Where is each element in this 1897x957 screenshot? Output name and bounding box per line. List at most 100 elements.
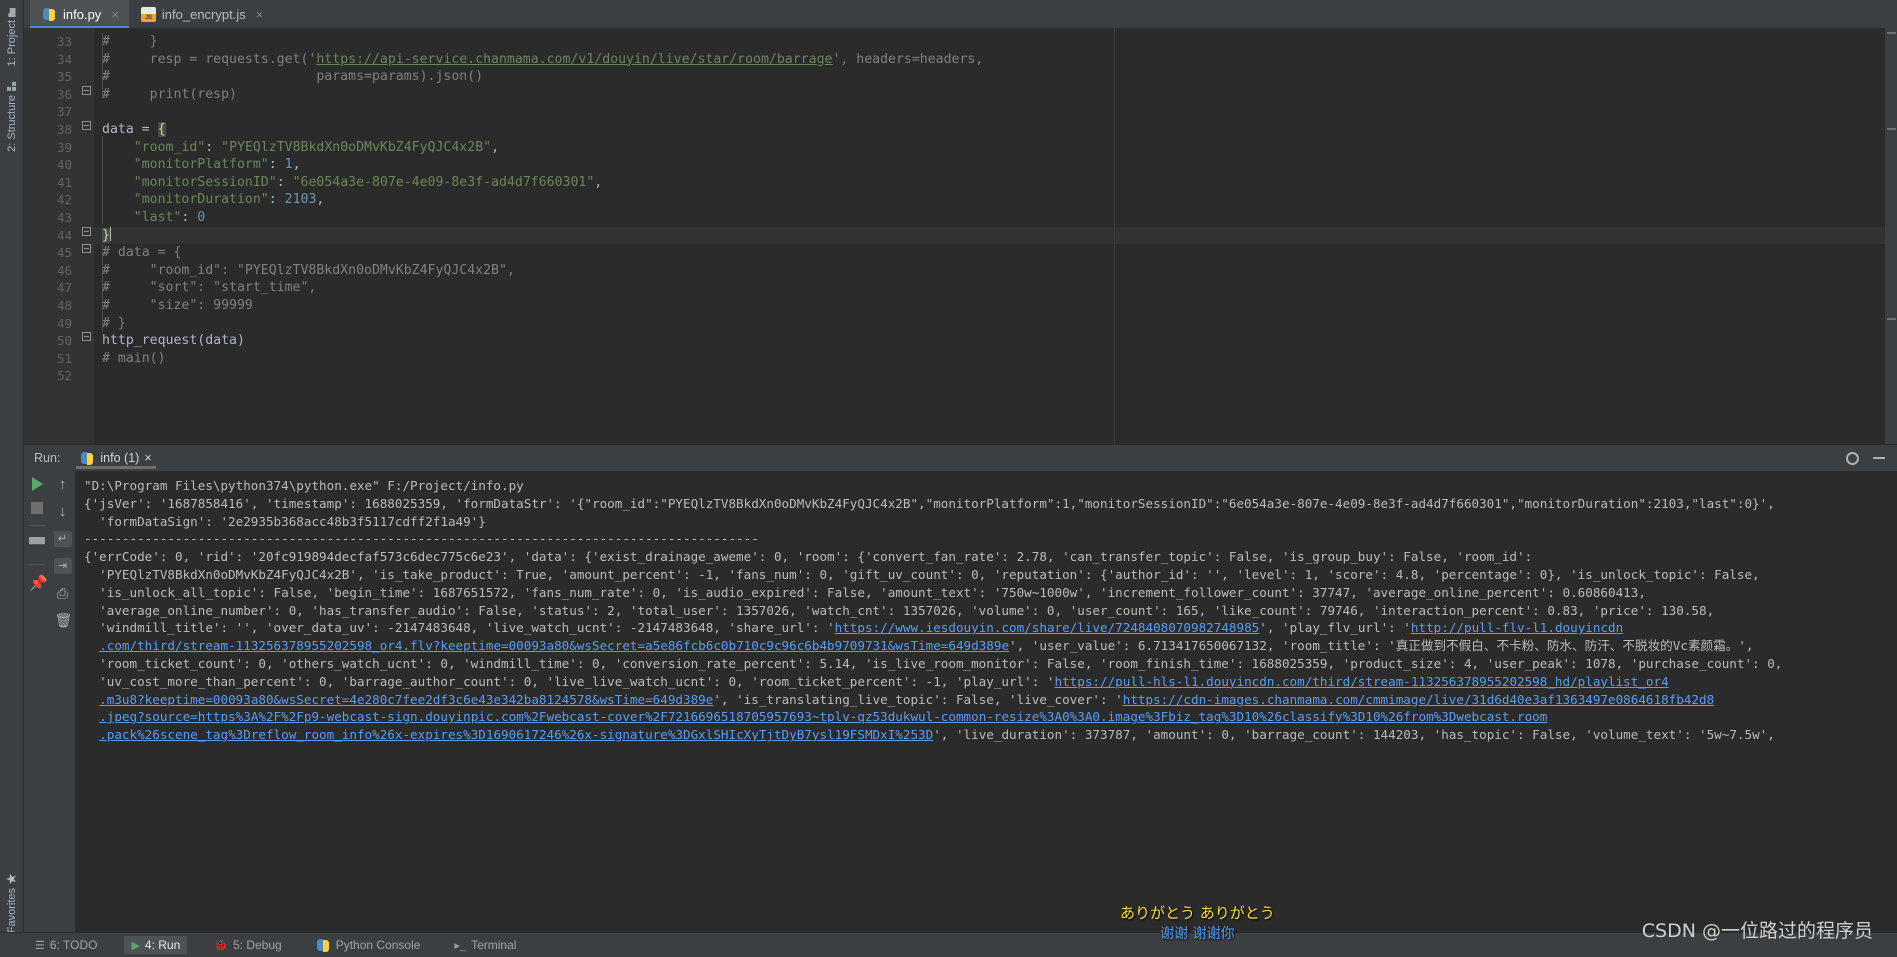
console-line: .jpeg?source=https%3A%2F%2Fp9-webcast-si…	[84, 708, 1897, 726]
settings-gear-icon[interactable]	[1846, 451, 1859, 465]
code-token: ,	[594, 174, 603, 190]
close-icon[interactable]: ×	[111, 7, 119, 22]
code-line[interactable]: # "size": 99999	[94, 297, 1897, 315]
csdn-watermark: CSDN @一位路过的程序员	[1641, 920, 1873, 942]
tool-window-project[interactable]: 1: Project	[0, 4, 24, 70]
clear-all-button[interactable]: 🗑	[55, 612, 73, 628]
console-link[interactable]: .jpeg?source=https%3A%2F%2Fp9-webcast-si…	[99, 709, 1547, 724]
code-line[interactable]: data = {	[94, 121, 1897, 139]
scroll-to-end-button[interactable]: ⇥	[53, 558, 72, 574]
ide-window: 1: Project 2: Structure 2: Favorites inf…	[0, 0, 1897, 957]
line-number: 45	[56, 245, 72, 261]
console-text: 'room_ticket_count': 0, 'others_watch_uc…	[84, 655, 1783, 671]
code-line[interactable]: # }	[94, 33, 1897, 51]
code-folding-column[interactable]	[80, 28, 94, 444]
left-tool-strip: 1: Project 2: Structure 2: Favorites	[0, 0, 24, 957]
console-line: 'windmill_title': '', 'over_data_uv': -2…	[84, 619, 1897, 637]
tab-label: info.py	[63, 6, 102, 22]
text-caret	[109, 226, 111, 241]
code-token: :	[276, 174, 293, 190]
error-stripe-scrollbar[interactable]	[1885, 28, 1897, 444]
status-bar-item-terminal[interactable]: ▸_ Terminal	[447, 936, 523, 954]
console-text: 'average_online_number': 0, 'has_transfe…	[84, 602, 1715, 618]
run-configuration-tab[interactable]: info (1) ×	[72, 445, 159, 471]
code-line[interactable]	[94, 103, 1897, 121]
console-text: ----------------------------------------…	[84, 531, 759, 547]
console-output[interactable]: "D:\Program Files\python374\python.exe" …	[76, 471, 1897, 932]
status-bar-label: Terminal	[471, 938, 517, 952]
console-link[interactable]: http://pull-flv-l1.douyincdn	[1411, 620, 1623, 635]
code-line[interactable]: # resp = requests.get('https://api-servi…	[94, 51, 1897, 69]
code-token: ,	[316, 192, 325, 208]
structure-icon	[7, 82, 17, 91]
console-link[interactable]: .m3u8?keeptime=00093a80&wsSecret=4e280c7…	[99, 692, 713, 707]
console-link[interactable]: https://www.iesdouyin.com/share/live/724…	[835, 620, 1260, 635]
code-line[interactable]: "room_id": "PYEQlzTV8BkdXn0oDMvKbZ4FyQJC…	[94, 139, 1897, 157]
editor-tab-info-encrypt-js[interactable]: info_encrypt.js ×	[129, 0, 273, 28]
console-link[interactable]: .com/third/stream-113256378955202598_or4…	[99, 638, 1009, 653]
status-bar-item-python-console[interactable]: Python Console	[309, 936, 428, 955]
status-bar-label: 5: Debug	[232, 938, 282, 952]
fold-marker[interactable]	[82, 86, 91, 95]
code-line[interactable]: "last": 0	[94, 209, 1897, 227]
stop-button[interactable]	[31, 502, 43, 514]
code-token: "last"	[133, 209, 182, 225]
code-line[interactable]: # "room_id": "PYEQlzTV8BkdXn0oDMvKbZ4FyQ…	[94, 262, 1897, 280]
line-number: 44	[56, 227, 72, 243]
code-line[interactable]: # data = {	[94, 244, 1897, 262]
layout-button[interactable]	[29, 537, 45, 545]
status-bar-label: 4: Run	[144, 938, 181, 952]
rerun-button[interactable]	[31, 477, 43, 491]
code-line[interactable]: "monitorSessionID": "6e054a3e-807e-4e09-…	[94, 174, 1897, 192]
status-bar: ☰ 6: TODO ▶ 4: Run 🐞 5: Debug Python Con…	[0, 932, 1897, 957]
console-line: 'room_ticket_count': 0, 'others_watch_uc…	[84, 655, 1897, 673]
console-link[interactable]: https://pull-hls-l1.douyincdn.com/third/…	[1055, 674, 1669, 689]
code-token: }	[102, 227, 110, 243]
code-line[interactable]: "monitorDuration": 2103,	[94, 191, 1897, 209]
line-number: 51	[56, 350, 72, 366]
code-line[interactable]	[94, 367, 1897, 385]
print-button[interactable]: ⎙	[55, 585, 71, 601]
down-arrow-button[interactable]: ↓	[55, 504, 71, 520]
console-text: 'formDataSign': '2e2935b368acc48b3f5117c…	[84, 513, 486, 529]
fold-marker[interactable]	[82, 227, 91, 236]
code-line[interactable]: "monitorPlatform": 1,	[94, 156, 1897, 174]
code-token: 2103	[284, 192, 317, 208]
status-bar-item-debug[interactable]: 🐞 5: Debug	[207, 936, 288, 954]
code-line[interactable]: http_request(data)	[94, 332, 1897, 350]
status-bar-item-run[interactable]: ▶ 4: Run	[124, 936, 188, 954]
console-link[interactable]: .pack%26scene_tag%3Dreflow_room_info%26x…	[99, 727, 933, 742]
code-token: # print(resp)	[102, 86, 237, 102]
fold-marker[interactable]	[82, 244, 91, 253]
editor-tab-bar: info.py × info_encrypt.js ×	[0, 0, 1897, 28]
code-token: # data = {	[102, 245, 182, 261]
soft-wrap-button[interactable]: ↵	[53, 531, 72, 547]
console-link[interactable]: https://cdn-images.chanmama.com/cmmimage…	[1123, 692, 1714, 707]
fold-marker[interactable]	[82, 332, 91, 341]
console-text: ', 'play_flv_url': '	[1259, 620, 1411, 636]
code-token: "6e054a3e-807e-4e09-8e3f-ad4d7f660301"	[292, 174, 595, 190]
line-number: 48	[56, 297, 72, 313]
up-arrow-button[interactable]: ↑	[55, 477, 71, 493]
code-text-area[interactable]: # } # resp = requests.get('https://api-se…	[94, 28, 1897, 444]
code-line[interactable]: # }	[94, 315, 1897, 333]
pin-tab-button[interactable]: 📌	[29, 576, 48, 592]
fold-marker[interactable]	[82, 121, 91, 130]
code-line[interactable]: # print(resp)	[94, 86, 1897, 104]
tool-window-structure[interactable]: 2: Structure	[0, 78, 24, 156]
close-icon[interactable]: ×	[144, 451, 151, 465]
editor-tab-info-py[interactable]: info.py ×	[30, 0, 129, 28]
code-token: "monitorPlatform"	[133, 157, 269, 173]
code-line[interactable]: # main()	[94, 350, 1897, 368]
status-bar-item-todo[interactable]: ☰ 6: TODO	[28, 936, 104, 954]
python-file-icon	[42, 7, 57, 22]
close-icon[interactable]: ×	[256, 7, 264, 22]
code-line[interactable]: # "sort": "start_time",	[94, 279, 1897, 297]
minimize-icon[interactable]	[1873, 457, 1885, 459]
code-line[interactable]: # params=params).json()	[94, 68, 1897, 86]
code-line[interactable]: }	[94, 226, 1897, 245]
